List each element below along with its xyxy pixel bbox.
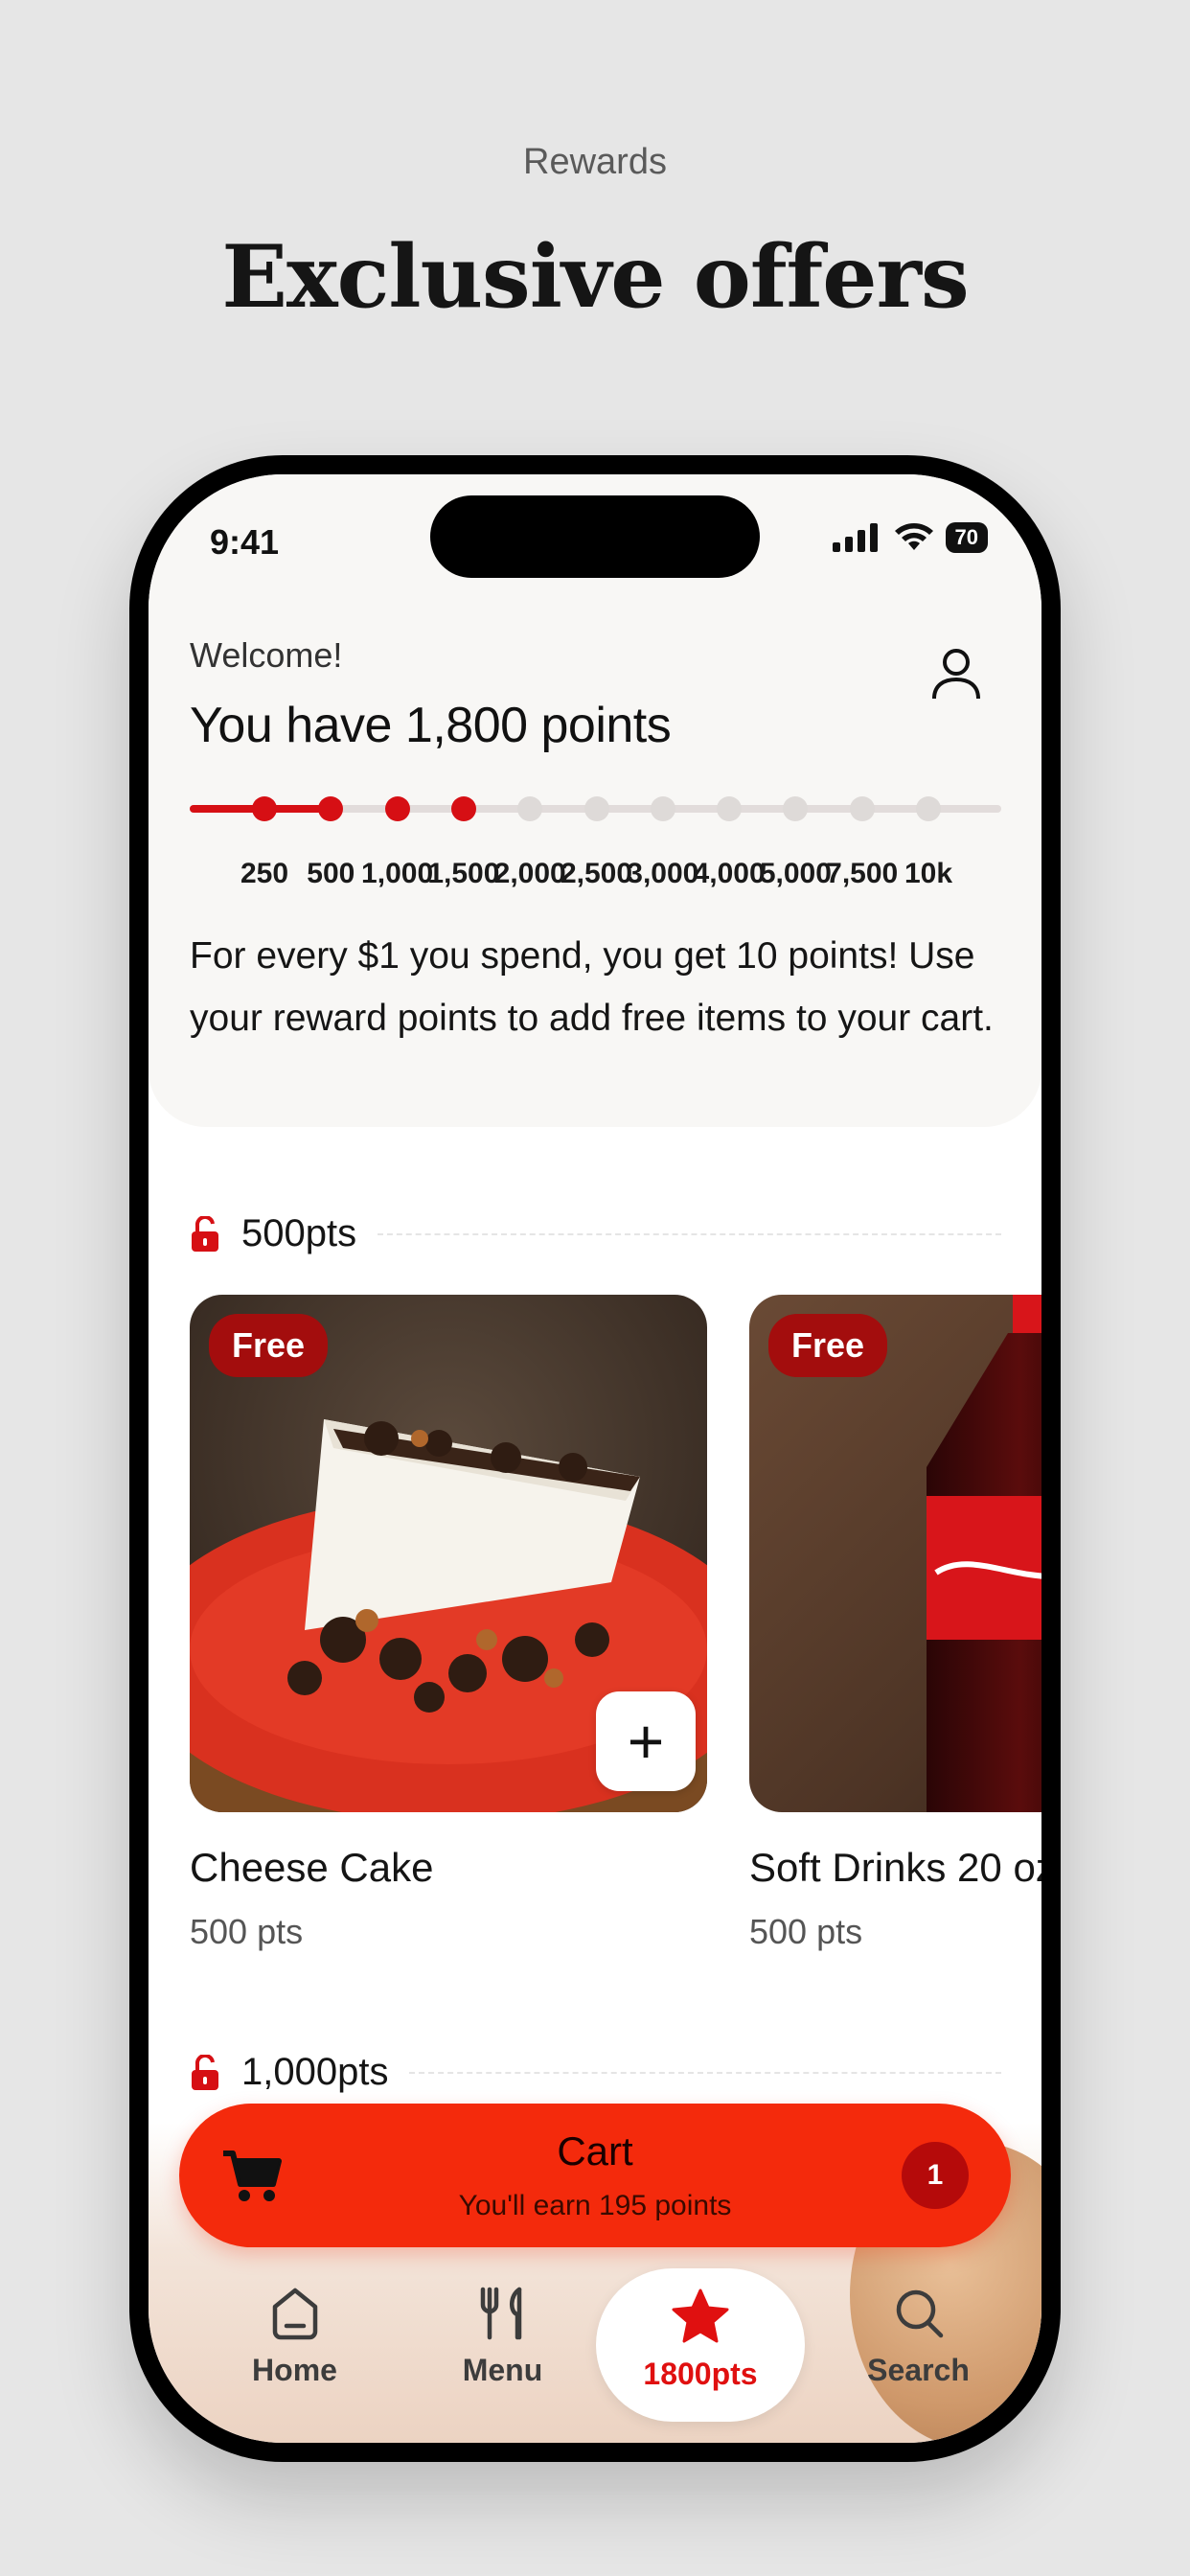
tab-bar: Home Menu 1800pts Search xyxy=(149,2266,1041,2439)
tab-label: Menu xyxy=(462,2353,543,2387)
item-points: 500 pts xyxy=(190,1912,304,1951)
milestone-dot xyxy=(650,796,675,821)
section-label: 500pts xyxy=(241,1212,357,1254)
cart-button[interactable]: Cart You'll earn 195 points 1 xyxy=(179,2104,1011,2247)
page-headline: Exclusive offers xyxy=(221,226,969,328)
section-label: 1,000pts xyxy=(241,2051,389,2093)
milestone-dot xyxy=(916,796,941,821)
milestone-dot xyxy=(384,796,410,821)
status-time: 9:41 xyxy=(210,522,280,562)
item-name: Soft Drinks 20 oz xyxy=(749,1845,1041,1890)
milestone-dot xyxy=(717,796,743,821)
user-icon[interactable] xyxy=(930,647,982,707)
wifi-icon xyxy=(894,523,933,550)
status-icons: 70 xyxy=(832,522,988,553)
milestone-dot xyxy=(252,796,277,821)
home-icon xyxy=(272,2288,317,2340)
tab-rewards[interactable]: 1800pts xyxy=(596,2268,805,2422)
milestone-label: 250 xyxy=(240,858,289,889)
star-icon xyxy=(672,2288,729,2343)
milestone-label: 10k xyxy=(904,858,953,889)
phone-frame: 9:41 70 Welcome! You have 1,800 points 2… xyxy=(129,455,1061,2462)
milestone-dot xyxy=(517,796,543,821)
utensils-icon xyxy=(480,2287,521,2340)
soft-drink-image[interactable]: Free xyxy=(749,1295,1041,1812)
rewards-description: For every $1 you spend, you get 10 point… xyxy=(190,935,994,1039)
cart-count-badge: 1 xyxy=(902,2142,969,2209)
tab-label: Search xyxy=(867,2353,970,2387)
unlock-icon xyxy=(192,2054,218,2090)
milestone-label: 3,000 xyxy=(627,858,699,889)
reward-item-card[interactable]: Free + Cheese Cake 500 pts xyxy=(190,1295,707,1952)
dynamic-island xyxy=(430,495,760,578)
milestone-dot xyxy=(783,796,809,821)
milestone-label: 7,500 xyxy=(826,858,899,889)
section-500pts: 500pts xyxy=(190,1212,1001,1255)
item-points: 500 pts xyxy=(749,1912,863,1951)
item-name: Cheese Cake xyxy=(190,1845,434,1890)
tab-search[interactable]: Search xyxy=(814,2266,1022,2439)
reward-item-card[interactable]: Free Soft Drinks 20 oz 500 pts xyxy=(749,1295,1041,1952)
section-divider xyxy=(409,2071,1001,2074)
tab-label: Home xyxy=(252,2353,337,2387)
signal-icon xyxy=(832,523,878,552)
milestone-label: 2,000 xyxy=(493,858,566,889)
milestone-label: 1,000 xyxy=(361,858,434,889)
tab-menu[interactable]: Menu xyxy=(399,2266,606,2439)
milestone-label: 4,000 xyxy=(693,858,766,889)
points-summary-card: 9:41 70 Welcome! You have 1,800 points 2… xyxy=(149,474,1041,1127)
free-badge: Free xyxy=(768,1314,888,1377)
points-balance: You have 1,800 points xyxy=(190,698,672,753)
cheesecake-image[interactable]: Free + xyxy=(190,1295,707,1812)
tab-label: 1800pts xyxy=(643,2357,758,2391)
welcome-text: Welcome! xyxy=(190,635,343,675)
phone-screen: 9:41 70 Welcome! You have 1,800 points 2… xyxy=(149,474,1041,2443)
tab-home[interactable]: Home xyxy=(191,2266,399,2439)
milestone-dot xyxy=(450,796,476,821)
milestone-dot xyxy=(584,796,609,821)
milestone-dot xyxy=(849,796,875,821)
milestone-dot xyxy=(318,796,344,821)
milestone-label: 5,000 xyxy=(759,858,832,889)
milestone-label: 1,500 xyxy=(427,858,500,889)
cart-title: Cart xyxy=(557,2128,633,2174)
add-item-button[interactable]: + xyxy=(596,1691,696,1791)
search-icon xyxy=(896,2289,943,2338)
milestone-label: 500 xyxy=(307,858,355,889)
points-progress-track xyxy=(190,796,1001,821)
page-eyebrow: Rewards xyxy=(523,142,667,182)
free-badge: Free xyxy=(209,1314,329,1377)
unlock-icon xyxy=(192,1215,218,1252)
milestone-label: 2,500 xyxy=(560,858,633,889)
cart-earn-points: You'll earn 195 points xyxy=(458,2190,732,2221)
section-divider xyxy=(378,1232,1001,1235)
battery-indicator: 70 xyxy=(945,522,988,553)
section-1000pts: 1,000pts xyxy=(190,2051,1001,2094)
